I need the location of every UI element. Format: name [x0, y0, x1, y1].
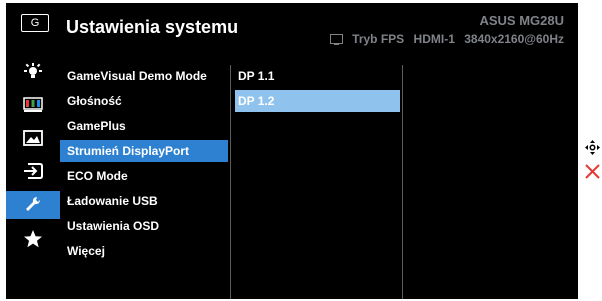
page-title: Ustawienia systemu [66, 17, 239, 37]
side-controls [583, 140, 602, 185]
system-setup-icon[interactable] [6, 191, 60, 219]
move-icon[interactable] [585, 140, 600, 155]
shortcut-star-icon[interactable] [6, 226, 60, 252]
menu-item-gameplus[interactable]: GamePlus [60, 115, 228, 137]
status-input: HDMI-1 [413, 32, 455, 46]
divider [230, 65, 231, 299]
osd-window: G Ustawienia systemu ASUS MG28U Tryb FPS… [6, 3, 578, 299]
menu-item-eco-mode[interactable]: ECO Mode [60, 165, 228, 187]
settings-menu: GameVisual Demo Mode Głośność GamePlus S… [60, 65, 228, 299]
close-icon[interactable] [585, 164, 600, 179]
gamevisual-logo-icon: G [21, 14, 49, 32]
sidebar [6, 54, 60, 299]
menu-item-osd-settings[interactable]: Ustawienia OSD [60, 215, 228, 237]
monitor-model: ASUS MG28U [479, 13, 564, 28]
menu-item-usb-charging[interactable]: Ładowanie USB [60, 190, 228, 212]
menu-item-volume[interactable]: Głośność [60, 90, 228, 112]
menu-item-gamevisual-demo[interactable]: GameVisual Demo Mode [60, 65, 228, 87]
menu-item-displayport-stream[interactable]: Strumień DisplayPort [60, 140, 228, 162]
splendid-icon[interactable] [6, 59, 60, 85]
submenu-item-dp11[interactable]: DP 1.1 [235, 65, 400, 87]
image-icon[interactable] [6, 125, 60, 151]
status-resolution: 3840x2160@60Hz [464, 32, 564, 46]
status-mode: Tryb FPS [352, 32, 405, 46]
status-bar: Tryb FPS HDMI-1 3840x2160@60Hz [324, 32, 564, 46]
osd-header: G Ustawienia systemu ASUS MG28U Tryb FPS… [6, 3, 578, 53]
input-select-icon[interactable] [6, 158, 60, 184]
divider [402, 65, 403, 299]
monitor-icon [329, 34, 343, 45]
color-icon[interactable] [6, 92, 60, 118]
menu-item-more[interactable]: Więcej [60, 240, 228, 262]
submenu-item-dp12[interactable]: DP 1.2 [235, 90, 400, 112]
